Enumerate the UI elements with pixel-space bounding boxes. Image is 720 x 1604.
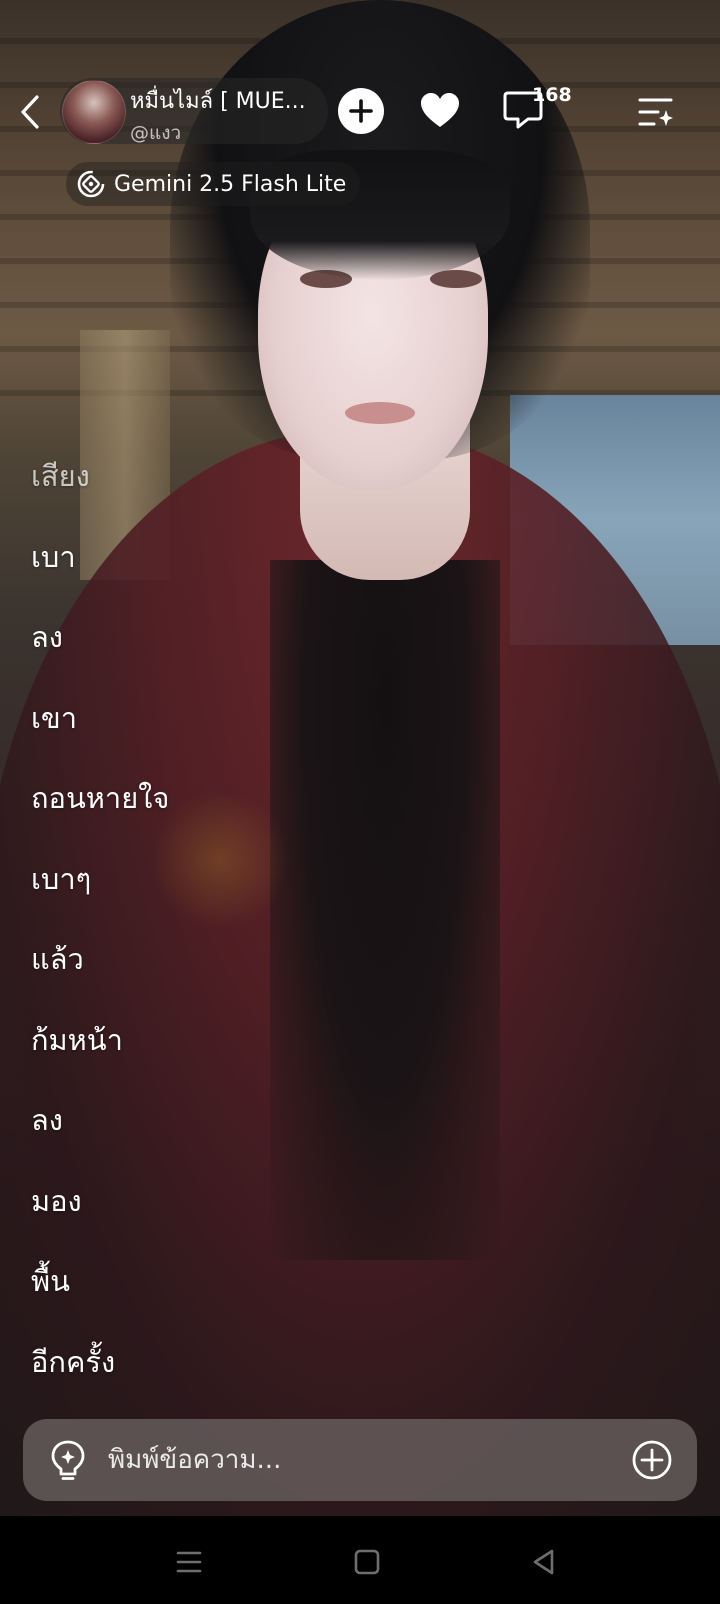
message-input[interactable] xyxy=(108,1440,608,1480)
character-name[interactable]: หมื่นไมล์ [ MUE... xyxy=(130,83,320,118)
avatar[interactable] xyxy=(62,80,126,144)
message-word: ลง xyxy=(31,620,63,654)
model-name: Gemini 2.5 Flash Lite xyxy=(114,171,347,197)
heart-icon xyxy=(421,93,459,127)
model-selector[interactable]: Gemini 2.5 Flash Lite xyxy=(66,162,361,206)
plus-circle-icon xyxy=(632,1440,672,1480)
message-word: ถอนหายใจ xyxy=(31,781,170,815)
back-button[interactable] xyxy=(10,90,50,134)
ai-message: เสียง เบา ลง เขา ถอนหายใจ เบาๆ แล้ว ก้มห… xyxy=(31,454,431,1420)
nav-recents-button[interactable] xyxy=(167,1540,211,1584)
plus-icon xyxy=(349,99,373,123)
message-word: เขา xyxy=(31,700,78,735)
attach-button[interactable] xyxy=(630,1438,674,1482)
comment-count-badge: 168 xyxy=(532,84,572,106)
message-word: เสียง xyxy=(31,459,90,493)
list-sparkle-icon xyxy=(638,98,673,126)
recents-icon xyxy=(176,1551,202,1573)
message-word: เบา xyxy=(31,539,76,574)
like-button[interactable] xyxy=(416,88,464,134)
gemini-model-icon xyxy=(77,170,105,198)
message-word: พื้น xyxy=(31,1264,70,1298)
lightbulb-icon xyxy=(51,1440,85,1480)
message-word: เบาๆ xyxy=(31,861,92,896)
home-icon xyxy=(354,1549,380,1575)
nav-home-button[interactable] xyxy=(345,1540,389,1584)
chevron-left-icon xyxy=(21,95,39,129)
message-word: อีกครั้ง xyxy=(31,1344,116,1379)
suggestion-button[interactable] xyxy=(46,1437,90,1483)
back-icon xyxy=(533,1549,554,1575)
message-word: ลง xyxy=(31,1103,63,1137)
chat-screen: หมื่นไมล์ [ MUE... @แงว 168 Gemini 2.5 F… xyxy=(0,0,720,1604)
message-word: มอง xyxy=(31,1183,82,1218)
message-word: แล้ว xyxy=(31,942,84,976)
nav-back-button[interactable] xyxy=(522,1540,566,1584)
follow-button[interactable] xyxy=(338,88,384,134)
menu-button[interactable] xyxy=(636,92,676,132)
character-handle: @แงว xyxy=(130,122,182,144)
character-lips xyxy=(345,402,415,424)
message-word: ก้มหน้า xyxy=(31,1022,123,1057)
